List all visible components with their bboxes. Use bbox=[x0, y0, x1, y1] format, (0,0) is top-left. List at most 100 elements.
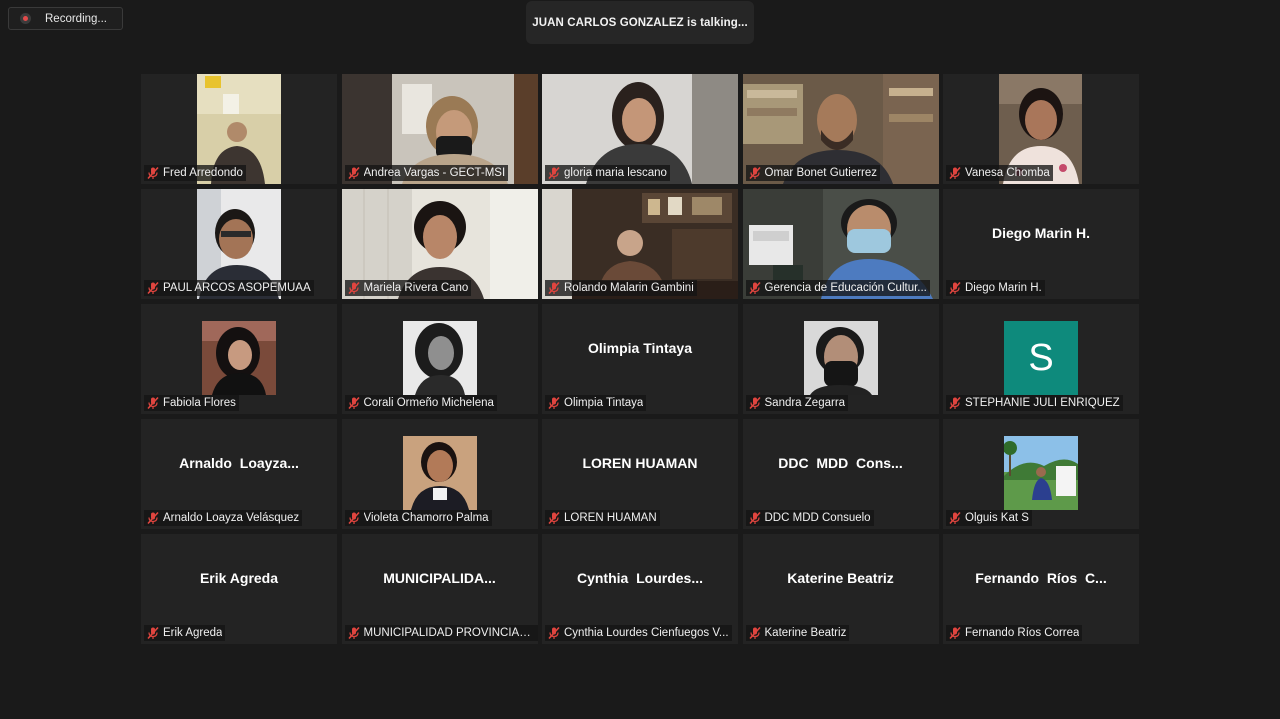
muted-microphone-icon bbox=[347, 511, 360, 525]
participant-name: Erik Agreda bbox=[163, 627, 223, 639]
participant-display-name: Arnaldo Loayza... bbox=[179, 455, 299, 471]
participant-tile[interactable]: PAUL ARCOS ASOPEMUAA bbox=[141, 189, 337, 299]
participant-name-label: Violeta Chamorro Palma bbox=[344, 510, 492, 526]
participant-name: STEPHANIE JULI ENRIQUEZ bbox=[965, 397, 1120, 409]
participant-name: Sandra Zegarra bbox=[764, 397, 846, 409]
participant-gallery: Fred Arredondo Andrea Vargas - GECT-MSI bbox=[141, 74, 1139, 644]
participant-name: Cynthia Lourdes Cienfuegos V... bbox=[564, 627, 729, 639]
muted-microphone-icon bbox=[548, 511, 560, 525]
participant-name: gloria maria lescano bbox=[564, 167, 667, 179]
participant-name: Diego Marin H. bbox=[965, 282, 1042, 294]
participant-tile[interactable]: Violeta Chamorro Palma bbox=[341, 419, 538, 529]
participant-tile[interactable]: Andrea Vargas - GECT-MSI bbox=[341, 74, 538, 184]
participant-tile[interactable]: Sandra Zegarra bbox=[742, 304, 939, 414]
muted-microphone-icon bbox=[949, 511, 961, 525]
participant-name-label: Sandra Zegarra bbox=[745, 395, 849, 411]
muted-microphone-icon bbox=[548, 281, 560, 295]
participant-initial-avatar: S bbox=[1004, 321, 1078, 395]
participant-tile[interactable]: Mariela Rivera Cano bbox=[341, 189, 538, 299]
participant-name: Olguis Kat S bbox=[965, 512, 1029, 524]
participant-tile[interactable]: Erik Agreda Erik Agreda bbox=[141, 534, 337, 644]
participant-display-name: Fernando Ríos C... bbox=[975, 570, 1107, 586]
participant-tile[interactable]: Fernando Ríos C... Fernando Ríos Correa bbox=[943, 534, 1139, 644]
participant-tile[interactable]: DDC MDD Cons... DDC MDD Consuelo bbox=[742, 419, 939, 529]
participant-name-label: Fabiola Flores bbox=[144, 395, 239, 411]
participant-tile[interactable]: Vanesa Chomba bbox=[943, 74, 1139, 184]
muted-microphone-icon bbox=[147, 396, 159, 410]
participant-tile[interactable]: Fred Arredondo bbox=[141, 74, 337, 184]
participant-tile[interactable]: Fabiola Flores bbox=[141, 304, 337, 414]
participant-name-label: PAUL ARCOS ASOPEMUAA bbox=[144, 280, 314, 296]
participant-tile[interactable]: MUNICIPALIDA... MUNICIPALIDAD PROVINCIAL… bbox=[341, 534, 538, 644]
participant-display-name: Cynthia Lourdes... bbox=[576, 570, 703, 586]
participant-display-name: Olimpia Tintaya bbox=[588, 340, 692, 356]
muted-microphone-icon bbox=[748, 281, 761, 295]
participant-name-label: Vanesa Chomba bbox=[946, 165, 1053, 181]
participant-name-label: Corali Ormeño Michelena bbox=[344, 395, 497, 411]
participant-name-label: Katerine Beatriz bbox=[745, 625, 850, 641]
participant-name: Fabiola Flores bbox=[163, 397, 236, 409]
participant-tile[interactable]: Omar Bonet Gutierrez bbox=[742, 74, 939, 184]
muted-microphone-icon bbox=[548, 396, 560, 410]
participant-name-label: Cynthia Lourdes Cienfuegos V... bbox=[545, 625, 732, 641]
participant-name-label: Diego Marin H. bbox=[946, 280, 1045, 296]
participant-tile[interactable]: S STEPHANIE JULI ENRIQUEZ bbox=[943, 304, 1139, 414]
participant-tile[interactable]: Arnaldo Loayza... Arnaldo Loayza Velásqu… bbox=[141, 419, 337, 529]
participant-tile[interactable]: Diego Marin H. Diego Marin H. bbox=[943, 189, 1139, 299]
participant-name-label: Mariela Rivera Cano bbox=[344, 280, 472, 296]
participant-name: Fernando Ríos Correa bbox=[965, 627, 1080, 639]
muted-microphone-icon bbox=[548, 166, 560, 180]
participant-name: Mariela Rivera Cano bbox=[363, 282, 469, 294]
participant-name-label: Gerencia de Educación Cultur... bbox=[745, 280, 930, 296]
participant-display-name: Diego Marin H. bbox=[991, 225, 1090, 241]
participant-name-label: DDC MDD Consuelo bbox=[745, 510, 874, 526]
participant-tile[interactable]: Olguis Kat S bbox=[943, 419, 1139, 529]
participant-name-label: Andrea Vargas - GECT-MSI bbox=[344, 165, 509, 181]
participant-name-label: STEPHANIE JULI ENRIQUEZ bbox=[946, 395, 1123, 411]
participant-name: Omar Bonet Gutierrez bbox=[764, 167, 877, 179]
participant-name-label: gloria maria lescano bbox=[545, 165, 670, 181]
muted-microphone-icon bbox=[748, 626, 761, 640]
muted-microphone-icon bbox=[147, 166, 159, 180]
participant-name-label: Rolando Malarin Gambini bbox=[545, 280, 697, 296]
participant-tile[interactable]: LOREN HUAMAN LOREN HUAMAN bbox=[542, 419, 738, 529]
muted-microphone-icon bbox=[347, 626, 360, 640]
muted-microphone-icon bbox=[949, 281, 961, 295]
participant-name: Arnaldo Loayza Velásquez bbox=[163, 512, 300, 524]
participant-tile[interactable]: Katerine Beatriz Katerine Beatriz bbox=[742, 534, 939, 644]
muted-microphone-icon bbox=[347, 396, 360, 410]
participant-tile[interactable]: Gerencia de Educación Cultur... bbox=[742, 189, 939, 299]
participant-avatar bbox=[402, 321, 477, 395]
muted-microphone-icon bbox=[347, 166, 360, 180]
muted-microphone-icon bbox=[347, 281, 360, 295]
participant-tile[interactable]: gloria maria lescano bbox=[542, 74, 738, 184]
muted-microphone-icon bbox=[949, 626, 961, 640]
active-speaker-banner: JUAN CARLOS GONZALEZ is talking... bbox=[526, 1, 754, 44]
participant-name: Corali Ormeño Michelena bbox=[363, 397, 494, 409]
participant-name: PAUL ARCOS ASOPEMUAA bbox=[163, 282, 311, 294]
participant-avatar bbox=[402, 436, 477, 510]
participant-avatar bbox=[202, 321, 276, 395]
muted-microphone-icon bbox=[147, 281, 159, 295]
participant-name-label: Erik Agreda bbox=[144, 625, 226, 641]
participant-tile[interactable]: Cynthia Lourdes... Cynthia Lourdes Cienf… bbox=[542, 534, 738, 644]
participant-name: LOREN HUAMAN bbox=[564, 512, 657, 524]
muted-microphone-icon bbox=[949, 396, 961, 410]
participant-display-name: Erik Agreda bbox=[199, 570, 279, 586]
active-speaker-text: JUAN CARLOS GONZALEZ is talking... bbox=[532, 16, 748, 29]
participant-tile[interactable]: Corali Ormeño Michelena bbox=[341, 304, 538, 414]
participant-display-name: Katerine Beatriz bbox=[787, 570, 894, 586]
muted-microphone-icon bbox=[548, 626, 560, 640]
participant-tile[interactable]: Olimpia Tintaya Olimpia Tintaya bbox=[542, 304, 738, 414]
participant-name: Rolando Malarin Gambini bbox=[564, 282, 694, 294]
muted-microphone-icon bbox=[949, 166, 961, 180]
participant-name: Fred Arredondo bbox=[163, 167, 243, 179]
participant-tile[interactable]: Rolando Malarin Gambini bbox=[542, 189, 738, 299]
participant-name-label: Olguis Kat S bbox=[946, 510, 1032, 526]
participant-name-label: Fernando Ríos Correa bbox=[946, 625, 1083, 641]
recording-indicator[interactable]: Recording... bbox=[8, 7, 123, 30]
muted-microphone-icon bbox=[748, 166, 761, 180]
participant-name: Violeta Chamorro Palma bbox=[363, 512, 489, 524]
participant-display-name: DDC MDD Cons... bbox=[778, 455, 903, 471]
participant-display-name: LOREN HUAMAN bbox=[582, 455, 698, 471]
